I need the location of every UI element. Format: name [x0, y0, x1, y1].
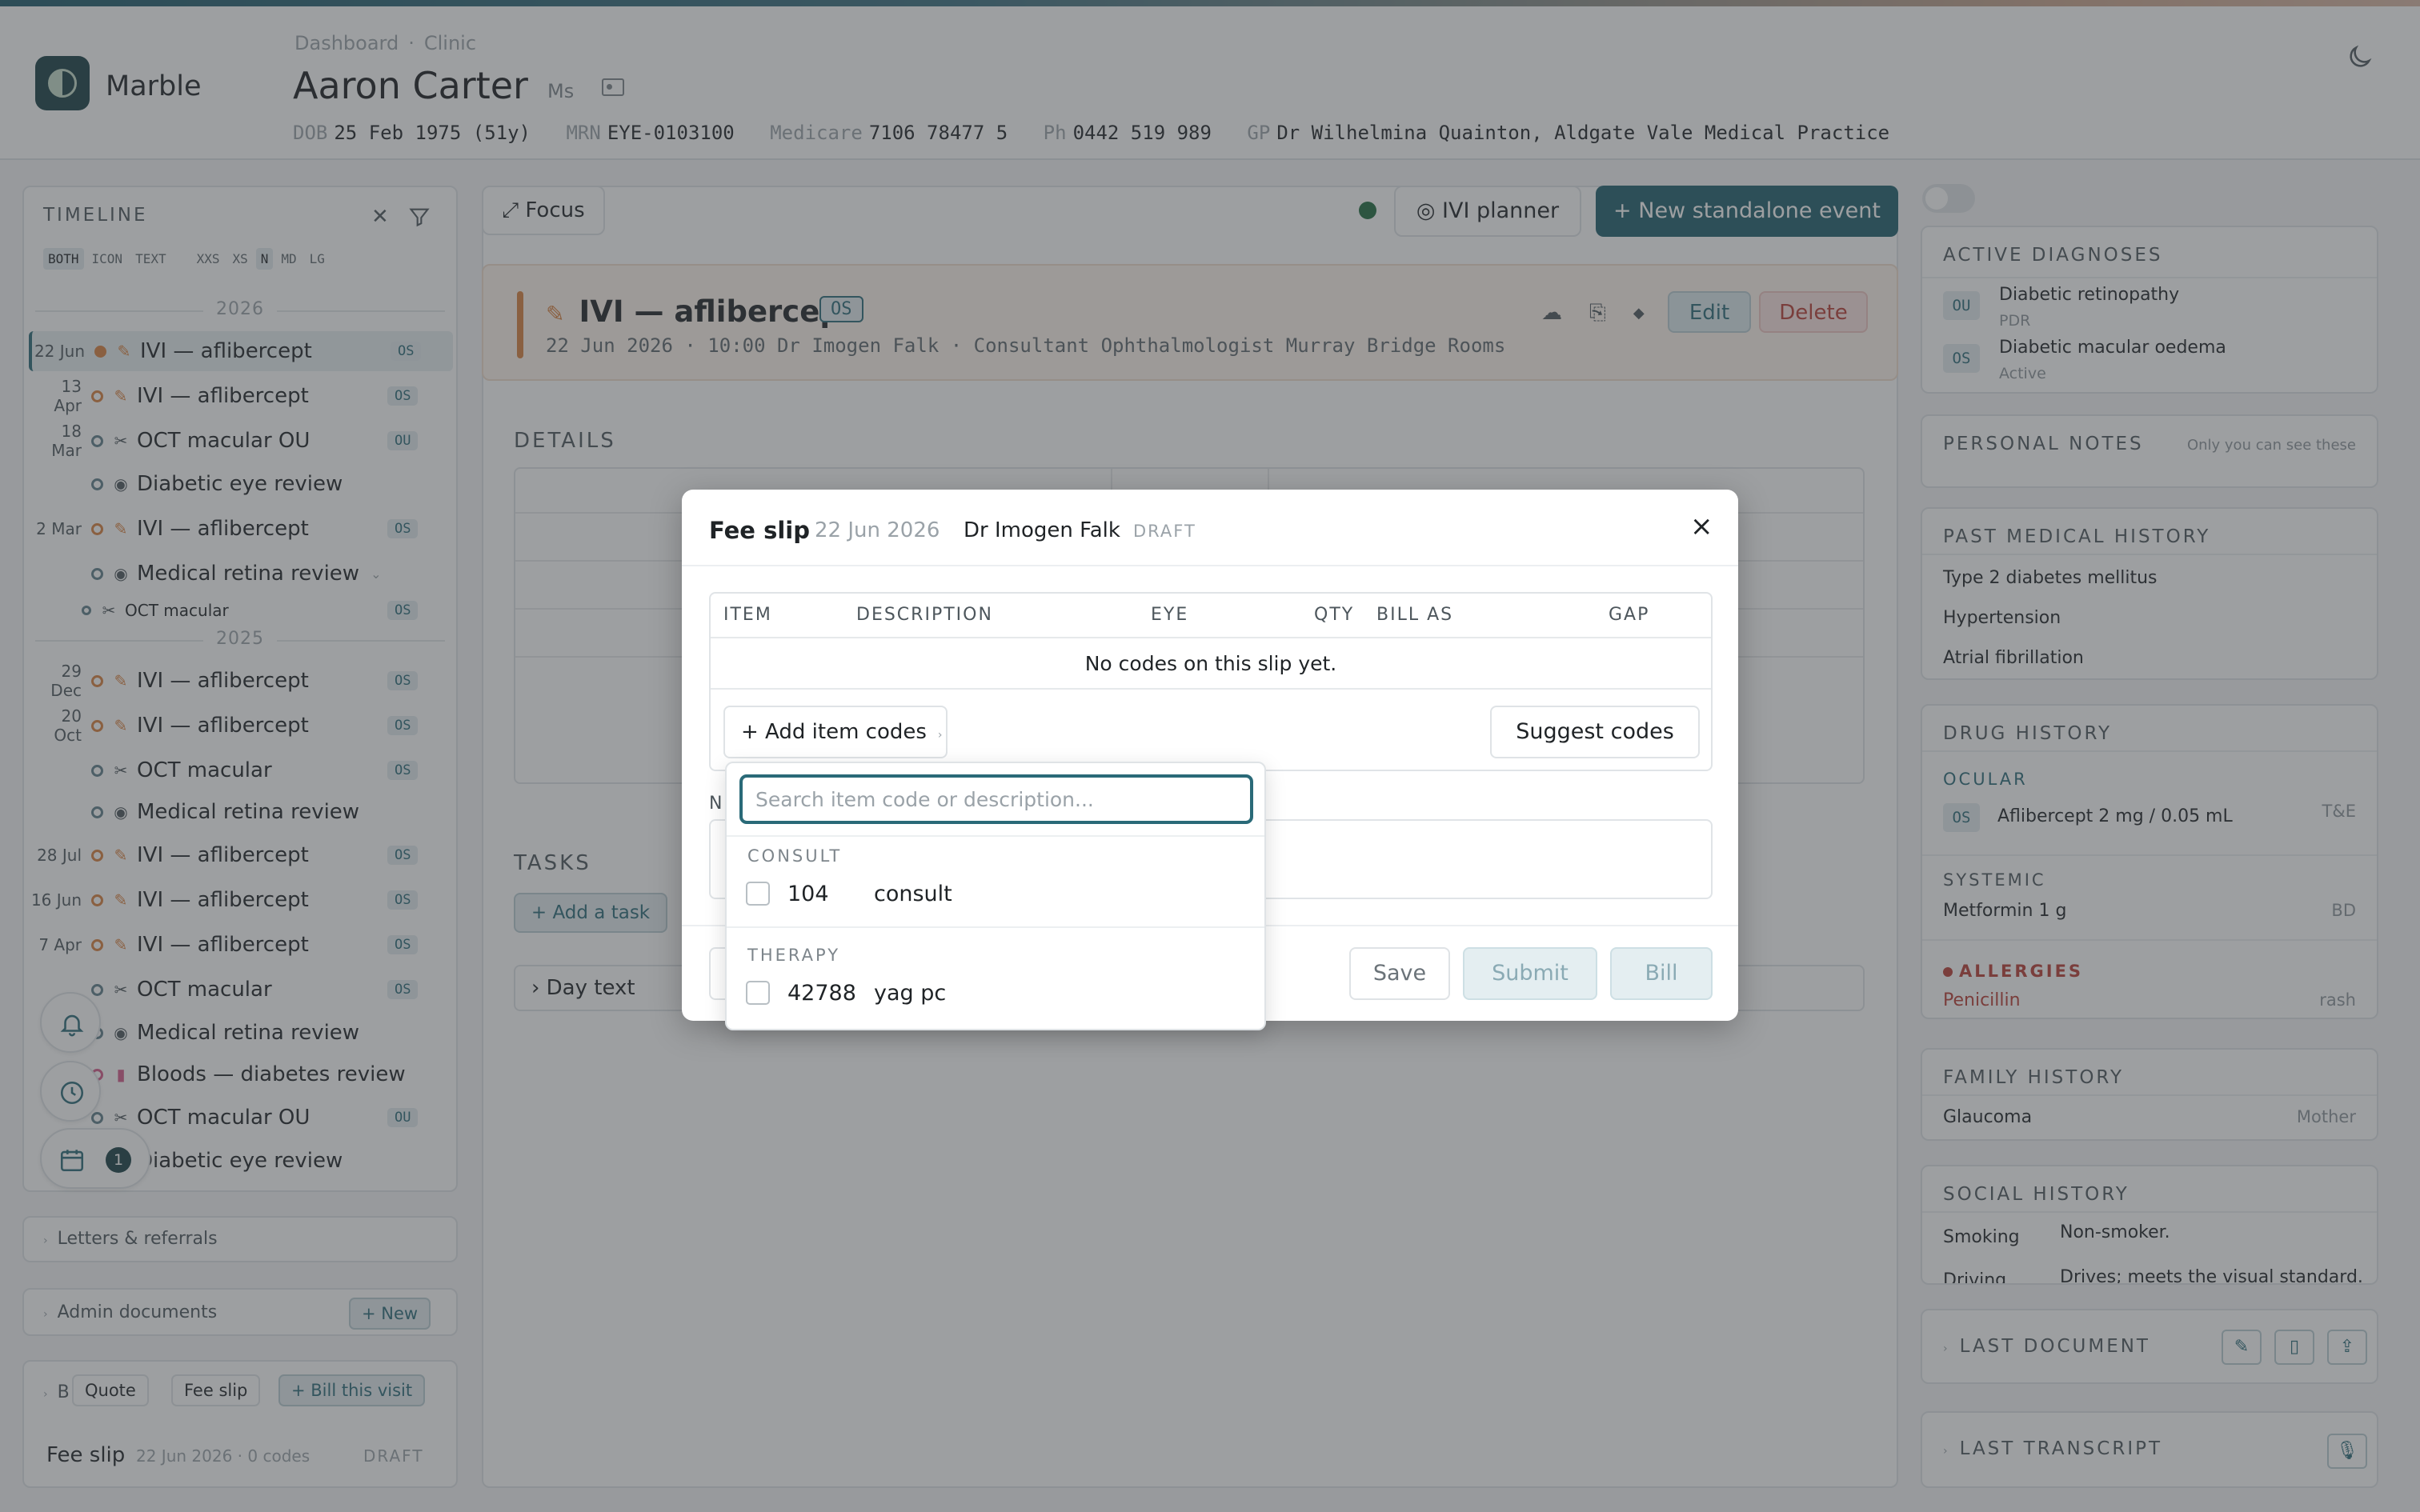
add-item-codes-button[interactable]: + Add item codes › [723, 706, 948, 758]
option-description: yag pc [874, 980, 947, 1006]
option-code: 104 [787, 881, 829, 906]
codes-table-header: ITEM DESCRIPTION EYE QTY BILL AS GAP [711, 594, 1711, 638]
checkbox[interactable] [746, 981, 770, 1005]
checkbox[interactable] [746, 882, 770, 906]
notes-label: N [709, 794, 723, 814]
group-therapy: THERAPY [747, 946, 841, 965]
chevron-right-icon: › [937, 729, 943, 742]
codes-table: ITEM DESCRIPTION EYE QTY BILL AS GAP No … [709, 592, 1713, 771]
col-qty: QTY [1314, 605, 1355, 625]
suggest-codes-button[interactable]: Suggest codes [1490, 706, 1700, 758]
group-consult: CONSULT [747, 846, 843, 866]
code-option[interactable]: 104 consult [746, 875, 1242, 912]
close-icon[interactable]: × [1690, 510, 1713, 542]
item-code-dropdown: CONSULT 104 consult THERAPY 42788 yag pc [725, 762, 1266, 1030]
option-description: consult [874, 881, 952, 906]
codes-empty-message: No codes on this slip yet. [711, 640, 1711, 690]
col-description: DESCRIPTION [856, 605, 993, 625]
code-option[interactable]: 42788 yag pc [746, 974, 1242, 1011]
modal-date: 22 Jun 2026 [815, 518, 940, 542]
footer-secondary-button[interactable] [709, 947, 725, 1000]
modal-status-badge: DRAFT [1133, 522, 1196, 541]
modal-doctor: Dr Imogen Falk [964, 518, 1120, 542]
col-bill-as: BILL AS [1376, 605, 1454, 625]
col-eye: EYE [1151, 605, 1189, 625]
col-gap: GAP [1609, 605, 1650, 625]
save-button[interactable]: Save [1349, 947, 1450, 1000]
submit-button[interactable]: Submit [1463, 947, 1597, 1000]
option-code: 42788 [787, 980, 856, 1006]
bill-button[interactable]: Bill [1610, 947, 1713, 1000]
item-code-search-input[interactable] [739, 774, 1253, 824]
modal-title: Fee slip [709, 517, 810, 544]
col-item: ITEM [723, 605, 772, 625]
add-item-codes-label: + Add item codes [741, 720, 927, 744]
